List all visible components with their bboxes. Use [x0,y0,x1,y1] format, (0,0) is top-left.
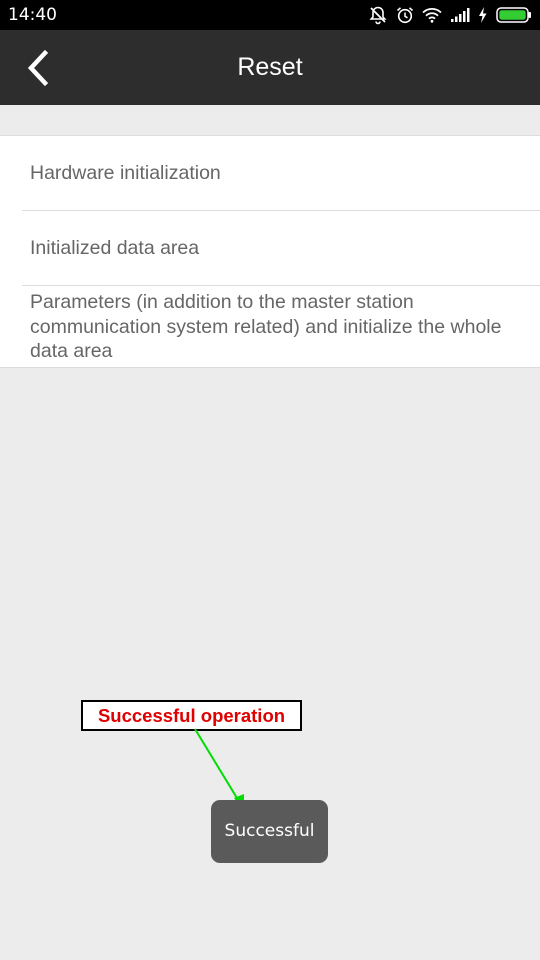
list-item-initialized-data-area[interactable]: Initialized data area [22,210,540,285]
reset-options-list: Hardware initialization Initialized data… [0,135,540,368]
status-time: 14:40 [8,5,57,25]
toast-message: Successful [211,800,328,863]
notifications-off-icon [368,5,388,25]
list-item-label: Initialized data area [30,237,200,259]
annotation-label: Successful operation [81,700,302,731]
status-bar: 14:40 [0,0,540,30]
list-item-hardware-initialization[interactable]: Hardware initialization [22,136,540,210]
charging-icon [478,6,488,24]
list-item-label: Parameters (in addition to the master st… [30,291,502,362]
battery-icon [496,7,532,23]
list-item-label: Hardware initialization [30,162,221,184]
alarm-icon [396,6,414,24]
back-button[interactable] [14,44,62,92]
list-item-parameters-initialize[interactable]: Parameters (in addition to the master st… [22,285,540,367]
status-icons [368,4,532,26]
page-title: Reset [237,53,303,81]
signal-icon [450,7,470,23]
title-bar: Reset [0,30,540,105]
chevron-left-icon [27,49,49,87]
wifi-icon [422,7,442,23]
